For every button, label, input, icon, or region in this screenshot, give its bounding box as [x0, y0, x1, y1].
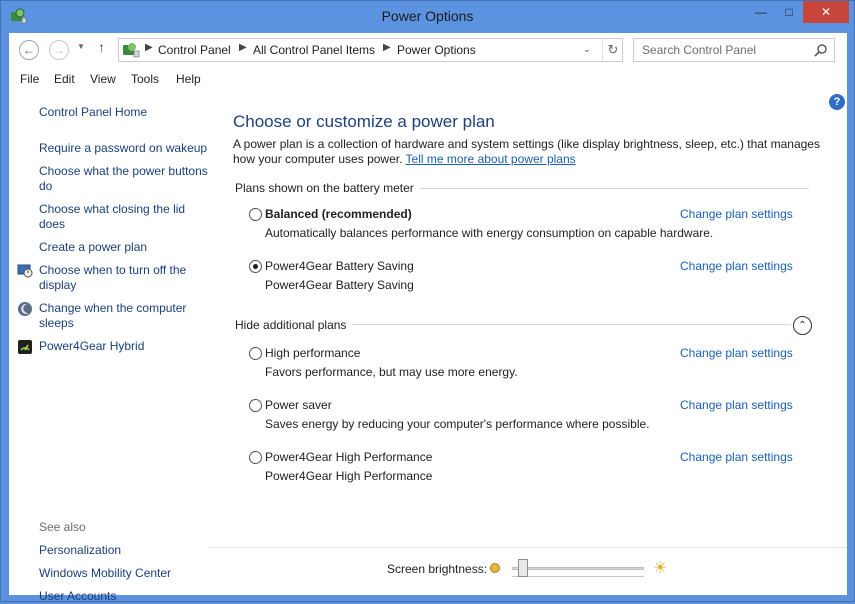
menu-help[interactable]: Help	[176, 72, 201, 86]
sleep-icon	[18, 302, 32, 316]
sidebar-item-control-panel-home[interactable]: Control Panel Home	[39, 105, 209, 120]
recent-locations-dropdown[interactable]: ▼	[77, 42, 85, 51]
menu-bar: File Edit View Tools Help	[9, 67, 847, 91]
learn-more-link[interactable]: Tell me more about power plans	[406, 152, 576, 166]
search-icon[interactable]	[814, 43, 828, 57]
up-button[interactable]: ↑	[98, 39, 105, 55]
plan-radio-power4gear-high[interactable]	[249, 451, 262, 464]
plan-name-power-saver[interactable]: Power saver	[265, 398, 332, 412]
plan-radio-balanced[interactable]	[249, 208, 262, 221]
brightness-slider-thumb[interactable]	[518, 559, 528, 577]
help-icon[interactable]: ?	[829, 94, 845, 110]
change-plan-settings-balanced[interactable]: Change plan settings	[680, 207, 793, 221]
hide-additional-plans-heading[interactable]: Hide additional plans	[235, 318, 353, 332]
screen-brightness-label: Screen brightness:	[387, 562, 488, 576]
refresh-icon: ↻	[607, 42, 619, 57]
menu-file[interactable]: File	[20, 72, 39, 86]
forward-button[interactable]: →	[49, 40, 69, 60]
intro-text: A power plan is a collection of hardware…	[233, 137, 823, 167]
breadcrumb-all-items[interactable]: All Control Panel Items	[253, 43, 375, 57]
breadcrumb[interactable]: ▶ Control Panel ▶ All Control Panel Item…	[118, 38, 623, 62]
change-plan-settings-high-performance[interactable]: Change plan settings	[680, 346, 793, 360]
brightness-bar: Screen brightness: ☀	[209, 547, 847, 595]
brightness-slider-ticks	[512, 576, 644, 577]
change-plan-settings-power-saver[interactable]: Change plan settings	[680, 398, 793, 412]
plan-radio-power4gear-battery[interactable]	[249, 260, 262, 273]
menu-view[interactable]: View	[90, 72, 116, 86]
sidebar-item-create-plan[interactable]: Create a power plan	[39, 240, 209, 255]
sidebar: Control Panel Home Require a password on…	[9, 91, 209, 603]
power-options-window: Power Options — □ ✕ ← → ▼ ↑ ▶ Control Pa…	[0, 0, 855, 603]
plan-name-balanced[interactable]: Balanced (recommended)	[265, 207, 412, 221]
battery-meter-section-heading: Plans shown on the battery meter	[235, 181, 420, 195]
window-title: Power Options	[381, 8, 474, 24]
maximize-button[interactable]: □	[775, 1, 803, 23]
see-also-personalization[interactable]: Personalization	[39, 543, 209, 558]
sidebar-item-require-password[interactable]: Require a password on wakeup	[39, 141, 209, 156]
title-bar[interactable]: Power Options — □ ✕	[1, 1, 854, 33]
up-icon: ↑	[98, 39, 105, 55]
plan-desc-balanced: Automatically balances performance with …	[265, 226, 714, 240]
minimize-button[interactable]: —	[747, 1, 775, 23]
plan-radio-power-saver[interactable]	[249, 399, 262, 412]
sidebar-item-power-buttons[interactable]: Choose what the power buttons do	[39, 164, 209, 194]
change-plan-settings-power4gear-high[interactable]: Change plan settings	[680, 450, 793, 464]
breadcrumb-control-panel[interactable]: Control Panel	[158, 43, 231, 57]
refresh-button[interactable]: ↻	[602, 39, 623, 61]
plan-desc-power4gear-high: Power4Gear High Performance	[265, 469, 433, 483]
sidebar-item-computer-sleeps[interactable]: Change when the computer sleeps	[39, 301, 209, 331]
forward-icon: →	[53, 43, 65, 57]
brightness-dim-icon	[490, 563, 500, 573]
sidebar-item-power4gear-hybrid[interactable]: Power4Gear Hybrid	[39, 339, 209, 354]
change-plan-settings-power4gear-battery[interactable]: Change plan settings	[680, 259, 793, 273]
plan-name-power4gear-battery[interactable]: Power4Gear Battery Saving	[265, 259, 414, 273]
search-input[interactable]: Search Control Panel	[633, 38, 835, 62]
breadcrumb-separator[interactable]: ▶	[239, 42, 247, 53]
chevron-down-icon[interactable]: ⌄	[583, 44, 591, 55]
page-title: Choose or customize a power plan	[233, 112, 495, 131]
menu-tools[interactable]: Tools	[131, 72, 159, 86]
plan-desc-high-performance: Favors performance, but may use more ene…	[265, 365, 518, 379]
address-bar: ← → ▼ ↑ ▶ Control Panel ▶ All Control Pa…	[9, 33, 847, 67]
breadcrumb-power-options[interactable]: Power Options	[397, 43, 476, 57]
close-button[interactable]: ✕	[803, 1, 849, 23]
plan-desc-power-saver: Saves energy by reducing your computer's…	[265, 417, 650, 431]
back-icon: ←	[23, 43, 35, 57]
control-panel-icon	[123, 43, 140, 58]
search-placeholder: Search Control Panel	[642, 43, 757, 57]
menu-edit[interactable]: Edit	[54, 72, 75, 86]
see-also-heading: See also	[39, 520, 86, 534]
client-area: ← → ▼ ↑ ▶ Control Panel ▶ All Control Pa…	[9, 33, 847, 603]
brightness-slider-track[interactable]	[512, 567, 644, 570]
sidebar-item-closing-lid[interactable]: Choose what closing the lid does	[39, 202, 209, 232]
plan-name-power4gear-high[interactable]: Power4Gear High Performance	[265, 450, 432, 464]
plan-desc-power4gear-battery: Power4Gear Battery Saving	[265, 278, 414, 292]
breadcrumb-separator[interactable]: ▶	[145, 42, 153, 53]
display-off-icon	[17, 264, 33, 278]
see-also-mobility-center[interactable]: Windows Mobility Center	[39, 566, 209, 581]
power4gear-icon	[18, 340, 32, 354]
plan-name-high-performance[interactable]: High performance	[265, 346, 360, 360]
plan-radio-high-performance[interactable]	[249, 347, 262, 360]
collapse-icon[interactable]: ⌃	[793, 316, 812, 335]
main-content: ? Choose or customize a power plan A pow…	[209, 91, 847, 547]
breadcrumb-separator[interactable]: ▶	[383, 42, 391, 53]
sidebar-item-turn-off-display[interactable]: Choose when to turn off the display	[39, 263, 209, 293]
back-button[interactable]: ←	[19, 40, 39, 60]
brightness-bright-icon: ☀	[653, 560, 668, 577]
